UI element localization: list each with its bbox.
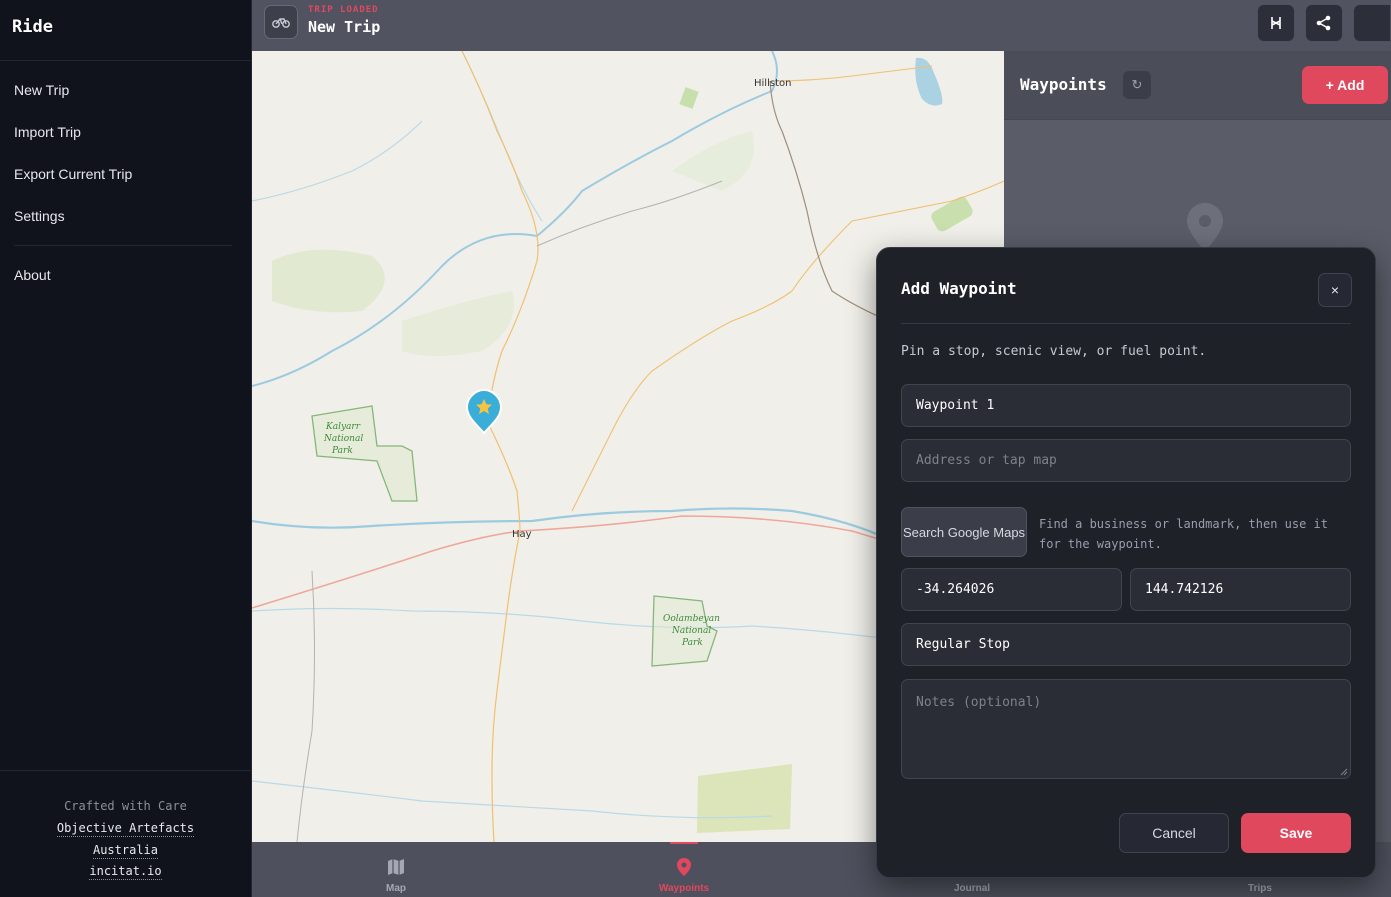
dialog-title: Add Waypoint — [901, 279, 1017, 298]
park-label: National — [671, 626, 711, 636]
crafted-text: Crafted with Care — [64, 799, 187, 813]
route-icon — [1271, 17, 1281, 29]
refresh-button[interactable]: ↻ — [1123, 71, 1151, 99]
tab-map[interactable]: Map — [326, 842, 466, 897]
park-label: Park — [331, 446, 353, 456]
notes-textarea[interactable]: Notes (optional) — [901, 679, 1351, 779]
latitude-input[interactable]: -34.264026 — [901, 568, 1122, 611]
park-label: National — [323, 434, 363, 444]
add-waypoint-dialog: Add Waypoint × Pin a stop, scenic view, … — [876, 247, 1376, 878]
search-hint: Find a business or landmark, then use it… — [1039, 517, 1328, 551]
park-label: Kalyarr — [325, 422, 361, 432]
app-title: Ride — [12, 17, 53, 37]
share-button[interactable] — [1305, 4, 1343, 42]
menu-export-trip[interactable]: Export Current Trip — [14, 166, 132, 182]
trip-name: New Trip — [308, 18, 381, 36]
address-input[interactable]: Address or tap map — [901, 439, 1351, 482]
divider — [14, 245, 232, 246]
top-bar: TRIP LOADED New Trip — [252, 0, 1391, 51]
tab-waypoints[interactable]: Waypoints — [614, 842, 754, 897]
share-icon — [1316, 15, 1331, 31]
trip-status: TRIP LOADED — [308, 5, 379, 15]
company-link[interactable]: Objective Artefacts — [56, 821, 195, 837]
menu-new-trip[interactable]: New Trip — [14, 82, 69, 98]
place-label: Hillston — [754, 78, 791, 89]
cancel-button[interactable]: Cancel — [1119, 813, 1229, 853]
site-link[interactable]: incitat.io — [89, 864, 162, 880]
map-icon — [388, 859, 404, 875]
more-button[interactable] — [1353, 4, 1391, 42]
tab-label: Waypoints — [658, 883, 710, 894]
tab-label: Trips — [1248, 883, 1272, 894]
divider — [0, 60, 251, 61]
park-label: Oolambeyan — [663, 614, 720, 624]
divider — [901, 323, 1351, 324]
dialog-description: Pin a stop, scenic view, or fuel point. — [901, 344, 1207, 359]
menu-import-trip[interactable]: Import Trip — [14, 124, 81, 140]
place-label: Hay — [512, 529, 532, 540]
waypoint-name-input[interactable]: Waypoint 1 — [901, 384, 1351, 427]
resize-handle-icon[interactable] — [1340, 768, 1348, 776]
waypoint-type-select[interactable]: Regular Stop — [901, 623, 1351, 666]
waypoint-marker[interactable] — [465, 388, 503, 435]
sidebar-footer: Crafted with Care Objective Artefacts Au… — [0, 770, 251, 897]
menu-settings[interactable]: Settings — [14, 208, 65, 224]
longitude-input[interactable]: 144.742126 — [1130, 568, 1351, 611]
add-waypoint-button[interactable]: + Add — [1302, 66, 1388, 104]
motorbike-icon — [272, 18, 290, 28]
close-button[interactable]: × — [1318, 273, 1352, 307]
tab-label: Journal — [953, 883, 991, 894]
search-google-maps-button[interactable]: Search Google Maps — [901, 507, 1027, 557]
tab-label: Map — [386, 883, 406, 894]
pin-icon — [677, 858, 691, 876]
park-label: Park — [681, 638, 703, 648]
trip-icon-button[interactable] — [264, 5, 298, 39]
save-button[interactable]: Save — [1241, 813, 1351, 853]
waypoints-title: Waypoints — [1020, 75, 1107, 94]
empty-pin-icon — [1187, 203, 1223, 251]
menu-about[interactable]: About — [14, 267, 51, 283]
sidebar: Ride New Trip Import Trip Export Current… — [0, 0, 252, 897]
route-button[interactable] — [1257, 4, 1295, 42]
country-link[interactable]: Australia — [92, 843, 159, 859]
waypoints-header: Waypoints ↻ + Add — [1004, 51, 1391, 120]
